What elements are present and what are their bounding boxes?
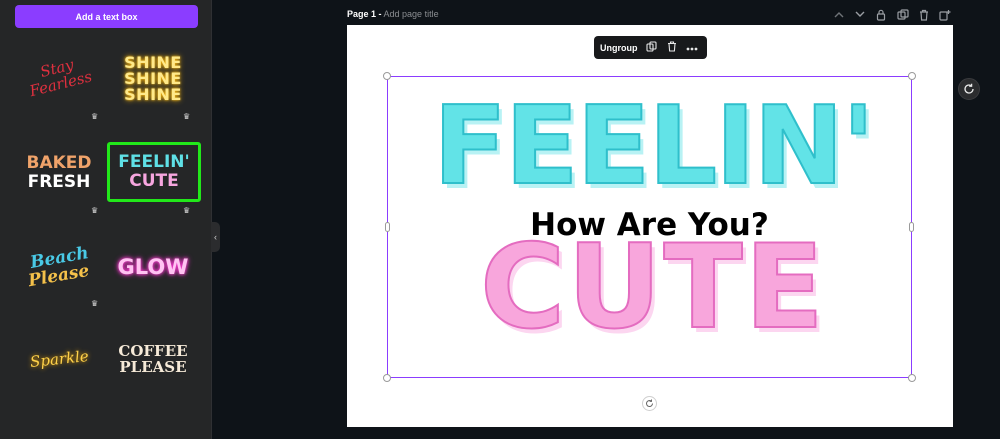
template-line: BAKED xyxy=(26,153,92,173)
template-line: CUTE xyxy=(129,171,179,191)
page-title-bar: Page 1 - Add page title xyxy=(347,9,439,19)
selection-box[interactable] xyxy=(383,72,916,382)
premium-crown-icon: ♛ xyxy=(183,206,191,215)
resize-handle-right[interactable] xyxy=(909,222,914,232)
template-line: Sparkle xyxy=(28,346,90,372)
chevron-up-icon[interactable] xyxy=(832,8,846,21)
element-toolbar: Ungroup xyxy=(594,36,707,59)
text-template-sparkle[interactable]: Sparkle xyxy=(14,328,104,390)
template-line: SHINE xyxy=(124,85,182,104)
template-line: PLEASE xyxy=(119,358,187,376)
template-line: FRESH xyxy=(27,172,91,192)
template-line: GLOW xyxy=(117,255,189,279)
text-template-beach-please[interactable]: Beach Please xyxy=(14,236,104,298)
add-text-box-button[interactable]: Add a text box xyxy=(15,5,198,28)
more-options-icon[interactable] xyxy=(686,42,698,54)
refresh-icon[interactable] xyxy=(958,78,980,100)
page-number-label: Page 1 - xyxy=(347,9,382,19)
ungroup-button[interactable]: Ungroup xyxy=(600,43,638,53)
add-page-title-field[interactable]: Add page title xyxy=(384,9,439,19)
premium-crown-icon: ♛ xyxy=(91,299,99,308)
add-page-icon[interactable] xyxy=(938,8,952,21)
template-preview-text: Stay Fearless xyxy=(24,53,94,100)
text-panel-sidebar: Add a text box Stay Fearless ♛ SHINE SHI… xyxy=(0,0,212,439)
trash-icon[interactable] xyxy=(666,40,678,55)
resize-handle-left[interactable] xyxy=(385,222,390,232)
template-preview-text: SHINE SHINE SHINE xyxy=(124,55,182,103)
text-template-coffee-please[interactable]: COFFEE PLEASE xyxy=(108,328,198,390)
text-template-baked-fresh[interactable]: BAKED FRESH xyxy=(14,142,104,204)
template-line: COFFEE xyxy=(118,342,188,360)
duplicate-page-icon[interactable] xyxy=(896,8,910,21)
resize-handle-bottom-right[interactable] xyxy=(908,374,916,382)
chevron-down-icon[interactable] xyxy=(853,8,867,21)
resize-handle-bottom-left[interactable] xyxy=(383,374,391,382)
collapse-panel-handle[interactable]: ‹ xyxy=(211,222,220,252)
text-template-stay-fearless[interactable]: Stay Fearless xyxy=(14,45,104,107)
editor-app: Add a text box Stay Fearless ♛ SHINE SHI… xyxy=(0,0,1000,439)
premium-crown-icon: ♛ xyxy=(91,206,99,215)
copy-icon[interactable] xyxy=(646,40,658,55)
rotate-icon[interactable] xyxy=(642,396,657,411)
premium-crown-icon: ♛ xyxy=(91,112,99,121)
text-template-shine[interactable]: SHINE SHINE SHINE xyxy=(108,48,198,110)
lock-icon[interactable] xyxy=(874,8,888,21)
resize-handle-top-right[interactable] xyxy=(908,72,916,80)
template-line: FEELIN' xyxy=(118,152,190,172)
delete-page-icon[interactable] xyxy=(917,8,931,21)
premium-crown-icon: ♛ xyxy=(183,112,191,121)
text-template-feelin-cute[interactable]: FEELIN' CUTE xyxy=(107,142,201,202)
resize-handle-top-left[interactable] xyxy=(383,72,391,80)
text-template-glow[interactable]: GLOW xyxy=(108,236,198,298)
